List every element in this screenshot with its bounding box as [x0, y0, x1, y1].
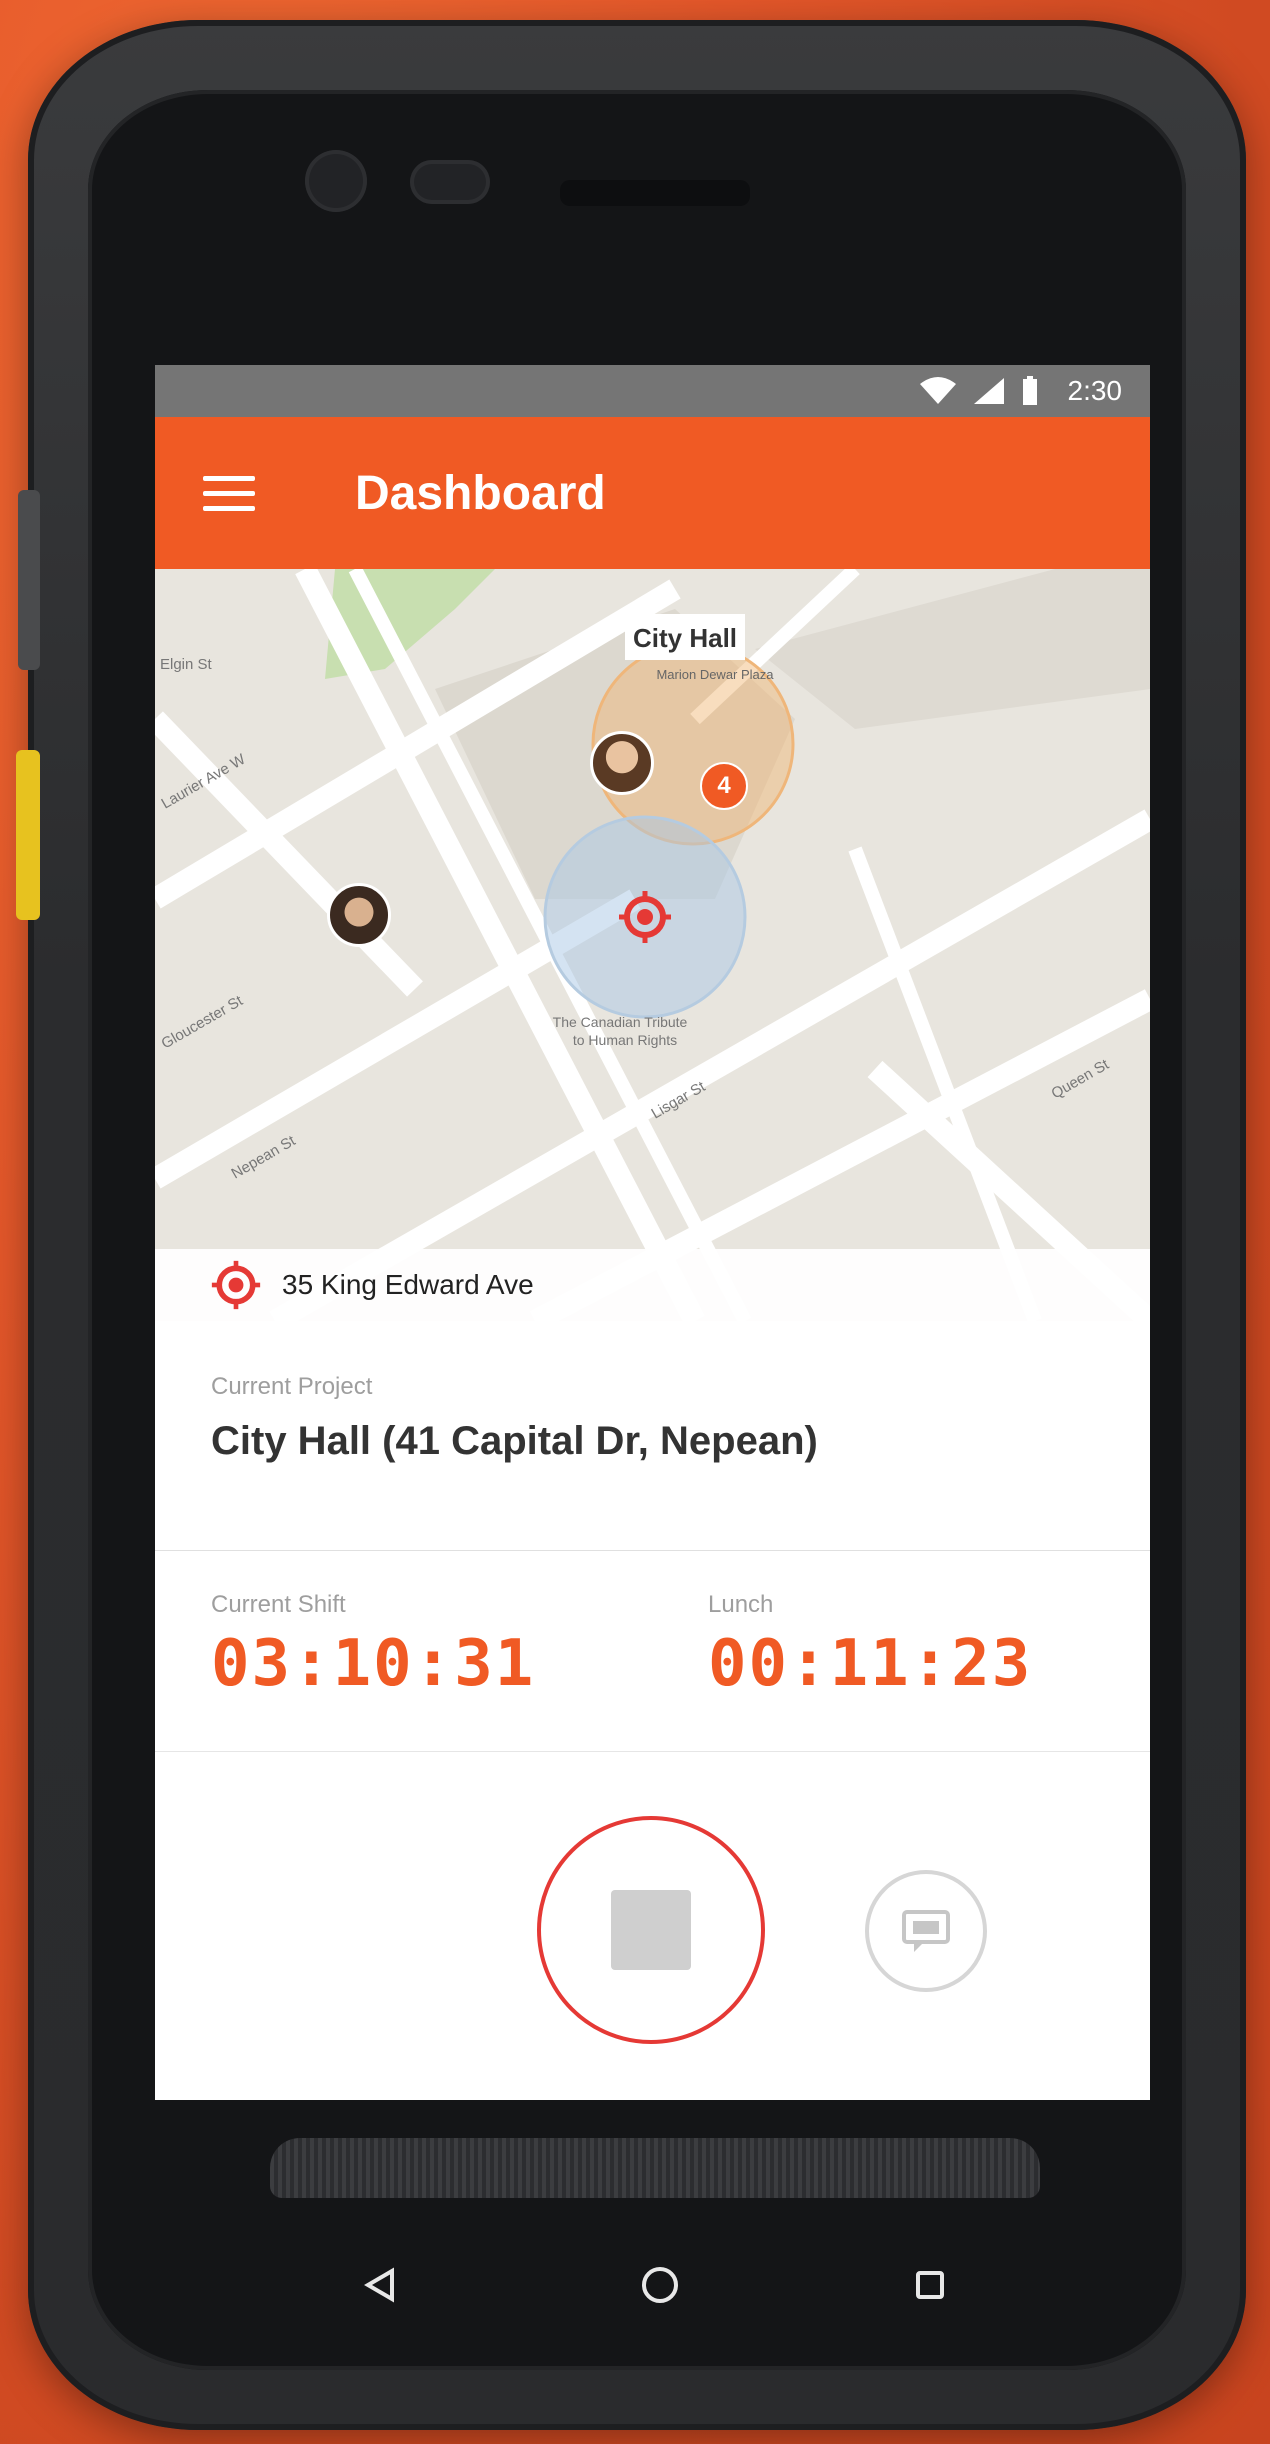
recents-button[interactable] — [830, 2210, 1030, 2360]
app-bar: Dashboard — [155, 417, 1150, 569]
current-project-section: Current Project City Hall (41 Capital Dr… — [155, 1321, 1150, 1551]
cluster-badge[interactable]: 4 — [700, 762, 748, 810]
bottom-speaker-grille — [270, 2138, 1040, 2198]
shift-timer: Current Shift 03:10:31 — [155, 1551, 535, 1751]
location-target-icon — [211, 1260, 261, 1310]
volume-button — [18, 490, 40, 670]
map-canvas: Elgin St Laurier Ave W Gloucester St Nep… — [155, 569, 1150, 1321]
place-label-line2: to Human Rights — [573, 1032, 677, 1048]
status-bar: 2:30 — [155, 365, 1150, 417]
cluster-count: 4 — [717, 772, 731, 799]
wifi-icon — [919, 377, 956, 404]
front-sensor — [410, 160, 490, 204]
chat-button[interactable] — [865, 1870, 987, 1992]
location-target-icon[interactable] — [617, 889, 673, 945]
chat-icon — [902, 1910, 950, 1952]
timers-section: Current Shift 03:10:31 Lunch 00:11:23 — [155, 1551, 1150, 1752]
shift-label: Current Shift — [211, 1591, 346, 1618]
earpiece-speaker — [560, 180, 750, 206]
lunch-value: 00:11:23 — [708, 1627, 1033, 1701]
home-circle-icon — [642, 2267, 678, 2303]
back-triangle-icon — [364, 2267, 394, 2303]
home-button[interactable] — [560, 2210, 760, 2360]
poi-title: City Hall — [633, 623, 737, 653]
recents-square-icon — [916, 2271, 944, 2299]
current-project-label: Current Project — [211, 1373, 373, 1400]
current-project-value: City Hall (41 Capital Dr, Nepean) — [211, 1419, 818, 1463]
status-time: 2:30 — [1067, 375, 1123, 406]
device-screen: 2:30 Dashboard Elgin St Laurier Ave W Gl… — [155, 365, 1150, 2100]
battery-icon — [1022, 376, 1037, 405]
place-label-line1: The Canadian Tribute — [553, 1014, 688, 1030]
hardware-nav-bar — [180, 2210, 1140, 2360]
worker-avatar[interactable] — [590, 731, 654, 795]
back-button[interactable] — [280, 2210, 480, 2360]
front-camera — [305, 150, 367, 212]
stop-button[interactable] — [537, 1816, 765, 2044]
menu-icon[interactable] — [203, 474, 255, 512]
address-bar[interactable]: 35 King Edward Ave — [155, 1249, 1150, 1321]
ptt-button — [16, 750, 40, 920]
worker-avatar[interactable] — [327, 883, 391, 947]
lunch-timer: Lunch 00:11:23 — [708, 1551, 1032, 1701]
signal-icon — [973, 378, 1004, 404]
action-bar — [155, 1752, 1150, 2100]
street-label: Elgin St — [160, 656, 213, 673]
map-view[interactable]: Elgin St Laurier Ave W Gloucester St Nep… — [155, 569, 1150, 1321]
page-title: Dashboard — [355, 466, 606, 520]
stop-icon — [611, 1890, 691, 1970]
poi-subtitle: Marion Dewar Plaza — [656, 667, 774, 682]
shift-value: 03:10:31 — [211, 1627, 536, 1701]
current-address: 35 King Edward Ave — [282, 1269, 534, 1300]
lunch-label: Lunch — [708, 1591, 774, 1618]
